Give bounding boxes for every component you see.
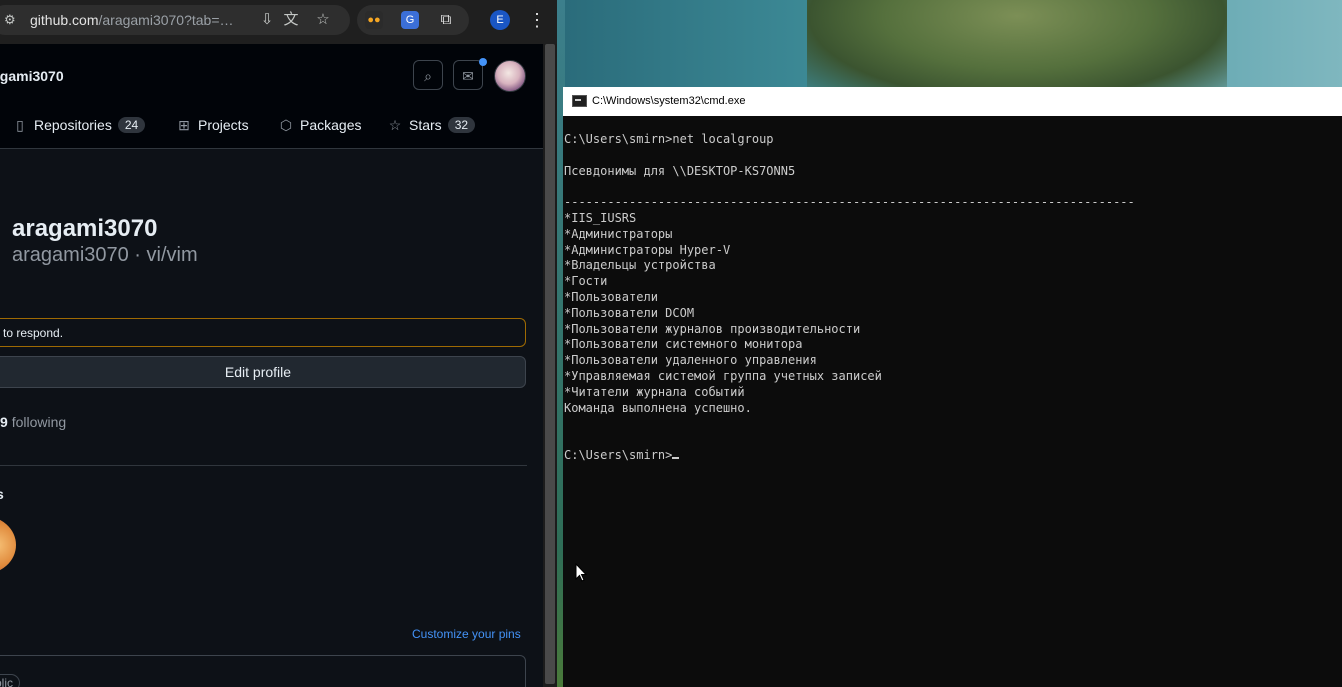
pinned-repo-card[interactable] — [0, 655, 526, 687]
divider — [0, 465, 527, 466]
profile-name: aragami3070 — [12, 215, 158, 242]
console-line: *Пользователи — [564, 289, 658, 304]
user-avatar[interactable] — [494, 60, 526, 92]
following-label: following — [11, 414, 67, 430]
console-line: *Пользователи удаленного управления — [564, 353, 817, 368]
console-line: Псевдонимы для \\DESKTOP-KS7ONN5 — [564, 163, 796, 178]
edit-profile-button[interactable]: Edit profile — [0, 356, 526, 388]
scrollbar[interactable] — [543, 44, 557, 687]
console-line: ----------------------------------------… — [564, 195, 1135, 210]
extensions-group: ●● G ⧉ — [357, 5, 469, 35]
tab-packages[interactable]: ⬡ Packages — [278, 115, 362, 135]
stars-count: 32 — [447, 117, 476, 133]
browser-window: ⚙ github.com/aragami3070?tab=… ⇩ 文 ☆ ●● … — [0, 0, 557, 687]
console-icon — [572, 95, 587, 107]
search-icon[interactable]: ⌕ — [413, 60, 443, 90]
scrollbar-thumb[interactable] — [545, 44, 555, 684]
achievement-badge[interactable] — [0, 516, 16, 574]
repo-count: 24 — [117, 117, 146, 133]
profile-avatar[interactable]: E — [490, 10, 510, 30]
status-box[interactable]: to respond. — [0, 318, 526, 347]
console-line: *Гости — [564, 274, 608, 289]
console-line: *IIS_IUSRS — [564, 210, 637, 225]
tab-repositories[interactable]: ▯ Repositories 24 — [12, 115, 146, 135]
extension-cat-icon[interactable]: ●● — [365, 11, 383, 29]
package-icon: ⬡ — [279, 116, 293, 133]
console-prompt: C:\Users\smirn> — [564, 447, 673, 462]
extension-translate-icon[interactable]: G — [401, 11, 419, 29]
bookmark-star-icon[interactable]: ☆ — [314, 11, 332, 29]
browser-toolbar: ⚙ github.com/aragami3070?tab=… ⇩ 文 ☆ ●● … — [0, 0, 557, 44]
console-line: *Администраторы — [564, 226, 673, 241]
console-line: C:\Users\smirn>net localgroup — [564, 132, 774, 146]
console-line: *Владельцы устройства — [564, 258, 716, 273]
site-settings-icon[interactable]: ⚙ — [4, 12, 20, 28]
extensions-puzzle-icon[interactable]: ⧉ — [437, 11, 455, 29]
console-line: *Управляемая системой группа учетных зап… — [564, 368, 882, 383]
cmd-title-bar[interactable]: C:\Windows\system32\cmd.exe — [563, 87, 1342, 116]
header-username[interactable]: agami3070 — [0, 68, 64, 84]
url-text[interactable]: github.com/aragami3070?tab=… — [30, 12, 234, 28]
tab-label: Stars — [409, 117, 442, 133]
translate-icon[interactable]: 文 — [282, 11, 300, 29]
following-count: 9 — [0, 414, 8, 430]
cmd-window-title: C:\Windows\system32\cmd.exe — [592, 95, 746, 107]
repo-icon: ▯ — [16, 116, 24, 133]
tab-label: Projects — [198, 117, 249, 133]
notification-dot — [479, 58, 487, 66]
wallpaper-cliff — [807, 0, 1227, 100]
status-text: to respond. — [3, 326, 64, 340]
console-line: *Пользователи журналов производительност… — [564, 321, 861, 336]
console-lines: C:\Users\smirn>net localgroup Псевдонимы… — [564, 132, 1135, 415]
console-output[interactable]: C:\Users\smirn>net localgroup Псевдонимы… — [564, 132, 1135, 464]
console-line: *Пользователи DCOM — [564, 305, 695, 320]
console-line: *Администраторы Hyper-V — [564, 242, 731, 257]
star-icon: ☆ — [388, 116, 402, 133]
tab-projects[interactable]: ⊞ Projects — [176, 115, 249, 135]
address-bar[interactable]: ⚙ github.com/aragami3070?tab=… ⇩ 文 ☆ — [0, 5, 350, 35]
install-app-icon[interactable]: ⇩ — [258, 11, 276, 29]
customize-pins-link[interactable]: Customize your pins — [412, 627, 521, 641]
console-line: *Читатели журнала событий — [564, 384, 745, 399]
cmd-window[interactable]: C:\Windows\system32\cmd.exe C:\Users\smi… — [563, 87, 1342, 687]
achievements-heading: s — [0, 486, 4, 502]
mouse-pointer-icon — [575, 563, 587, 582]
tab-label: Repositories — [34, 117, 112, 133]
tab-stars[interactable]: ☆ Stars 32 — [387, 115, 476, 135]
text-cursor — [672, 456, 680, 459]
table-icon: ⊞ — [178, 116, 190, 133]
console-line: Команда выполнена успешно. — [564, 400, 752, 415]
console-line: *Пользователи системного монитора — [564, 337, 803, 352]
profile-login: aragami3070 · vi/vim — [12, 244, 198, 266]
tab-label: Packages — [300, 117, 362, 133]
following-link[interactable]: 9 following — [0, 414, 66, 430]
inbox-icon[interactable]: ✉ — [453, 60, 483, 90]
public-label: blic — [0, 674, 20, 687]
browser-menu-icon[interactable]: ⋮ — [528, 10, 546, 30]
